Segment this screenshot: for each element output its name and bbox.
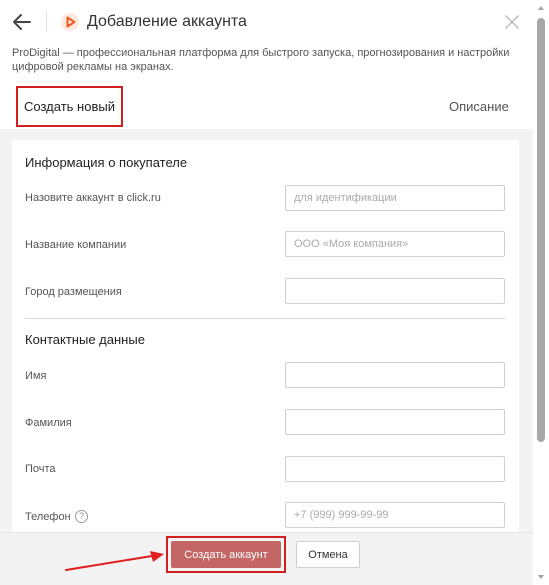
- dialog-title: Добавление аккаунта: [87, 13, 247, 30]
- email-input[interactable]: [285, 456, 505, 482]
- account-name-label: Назовите аккаунт в click.ru: [25, 192, 161, 204]
- close-icon[interactable]: [503, 13, 521, 31]
- buyer-info-title: Информация о покупателе: [25, 155, 188, 170]
- red-arrow-icon: [65, 551, 164, 571]
- arrow-left-icon[interactable]: [10, 10, 34, 34]
- city-input[interactable]: [285, 278, 505, 304]
- company-name-input[interactable]: [285, 231, 505, 257]
- tab-create-new[interactable]: Создать новый: [16, 86, 123, 127]
- question-circle-icon[interactable]: ?: [75, 510, 88, 523]
- phone-input[interactable]: [285, 502, 505, 528]
- tab-create-new-label: Создать новый: [24, 99, 115, 114]
- first-name-label: Имя: [25, 370, 47, 382]
- form-card: Информация о покупателе Назовите аккаунт…: [12, 140, 519, 532]
- create-account-button[interactable]: Создать аккаунт: [171, 541, 281, 568]
- first-name-input[interactable]: [285, 362, 505, 388]
- account-name-input[interactable]: [285, 185, 505, 211]
- last-name-input[interactable]: [285, 409, 505, 435]
- scrollbar-thumb[interactable]: [537, 18, 545, 442]
- email-label: Почта: [25, 463, 56, 475]
- section-divider: [25, 318, 505, 319]
- play-logo-icon: [61, 13, 79, 31]
- cancel-button[interactable]: Отмена: [296, 541, 360, 568]
- company-name-label: Название компании: [25, 239, 127, 251]
- scroll-up-icon[interactable]: [537, 4, 545, 12]
- create-account-label: Создать аккаунт: [184, 548, 268, 561]
- city-label: Город размещения: [25, 286, 122, 298]
- dialog-header: Добавление аккаунта: [0, 0, 549, 44]
- last-name-label: Фамилия: [25, 417, 72, 429]
- scroll-down-icon[interactable]: [537, 573, 545, 581]
- tab-description[interactable]: Описание: [449, 99, 509, 114]
- header-divider: [46, 12, 47, 32]
- cancel-label: Отмена: [308, 548, 348, 561]
- platform-description: ProDigital — профессиональная платформа …: [12, 47, 510, 73]
- contact-info-title: Контактные данные: [25, 332, 145, 347]
- phone-label: Телефон: [25, 511, 71, 523]
